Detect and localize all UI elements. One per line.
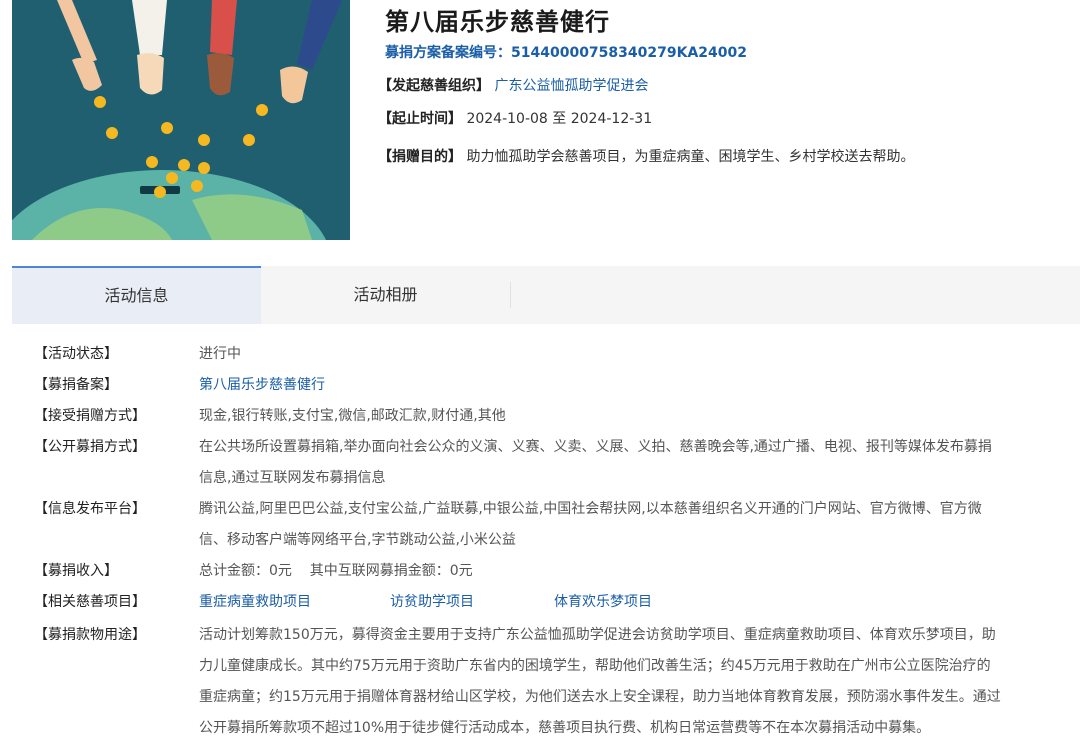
activity-details: 【活动状态】 进行中 【募捐备案】 第八届乐步慈善健行 【接受捐赠方式】 现金,… — [12, 324, 1080, 736]
usage-value: 活动计划筹款150万元，募得资金主要用于支持广东公益恤孤助学促进会访贫助学项目、… — [199, 620, 1039, 744]
purpose-label: 【捐赠目的】 — [378, 149, 462, 165]
income-value: 总计金额：0元 其中互联网募捐金额：0元 — [199, 563, 473, 579]
platforms-line: 信、移动客户端等网络平台,字节跳动公益,小米公益 — [199, 532, 516, 548]
filing-label: 【募捐备案】 — [34, 377, 118, 393]
status-label: 【活动状态】 — [34, 346, 118, 362]
campaign-title: 第八届乐步慈善健行 — [385, 8, 610, 36]
related-project-link[interactable]: 访贫助学项目 — [390, 587, 474, 618]
tab-activity-info[interactable]: 活动信息 — [12, 266, 261, 324]
platforms-label: 【信息发布平台】 — [34, 501, 146, 517]
purpose-text: 助力恤孤助学会慈善项目，为重症病童、困境学生、乡村学校送去帮助。 — [466, 149, 915, 165]
status-value: 进行中 — [199, 346, 241, 362]
tab-divider — [510, 282, 511, 308]
organizer-label: 【发起慈善组织】 — [378, 78, 490, 94]
tab-bar: 活动信息 活动相册 — [12, 266, 1080, 324]
public-methods-line: 信息,通过互联网发布募捐信息 — [199, 470, 386, 486]
related-project-link[interactable]: 重症病童救助项目 — [199, 587, 311, 618]
registration-number: 募捐方案备案编号：51440000758340279KA24002 — [385, 42, 747, 62]
related-label: 【相关慈善项目】 — [34, 594, 146, 610]
platforms-value: 腾讯公益,阿里巴巴公益,支付宝公益,广益联募,中银公益,中国社会帮扶网,以本慈善… — [199, 494, 1039, 556]
usage-label: 【募捐款物用途】 — [34, 627, 146, 643]
registration-value: 51440000758340279KA24002 — [511, 45, 747, 61]
usage-line: 公开募捐所筹款项不超过10%用于徒步健行活动成本，慈善项目执行费、机构日常运营费… — [199, 720, 931, 736]
date-separator: 至 — [552, 111, 567, 127]
start-date: 2024-10-08 — [466, 111, 548, 127]
income-label: 【募捐收入】 — [34, 563, 118, 579]
platforms-line: 腾讯公益,阿里巴巴公益,支付宝公益,广益联募,中银公益,中国社会帮扶网,以本慈善… — [199, 501, 982, 517]
public-methods-label: 【公开募捐方式】 — [34, 439, 146, 455]
time-label: 【起止时间】 — [378, 111, 462, 127]
organizer-link[interactable]: 广东公益恤孤助学促进会 — [494, 78, 648, 94]
accept-methods-label: 【接受捐赠方式】 — [34, 408, 146, 424]
accept-methods-value: 现金,银行转账,支付宝,微信,邮政汇款,财付通,其他 — [199, 408, 506, 424]
purpose-row: 【捐赠目的】 助力恤孤助学会慈善项目，为重症病童、困境学生、乡村学校送去帮助。 — [378, 146, 914, 166]
registration-label: 募捐方案备案编号： — [385, 45, 511, 61]
hands-coins-globe-illustration — [12, 0, 350, 240]
filing-link[interactable]: 第八届乐步慈善健行 — [199, 377, 325, 393]
end-date: 2024-12-31 — [570, 111, 653, 127]
public-methods-value: 在公共场所设置募捐箱,举办面向社会公众的义演、义赛、义卖、义展、义拍、慈善晚会等… — [199, 432, 1039, 494]
campaign-cover-image — [12, 0, 350, 240]
time-row: 【起止时间】 2024-10-08 至 2024-12-31 — [378, 108, 652, 128]
usage-line: 力儿童健康成长。其中约75万元用于资助广东省内的困境学生，帮助他们改善生活；约4… — [199, 658, 991, 674]
organizer-row: 【发起慈善组织】 广东公益恤孤助学促进会 — [378, 75, 648, 95]
tab-activity-album[interactable]: 活动相册 — [261, 266, 510, 324]
public-methods-line: 在公共场所设置募捐箱,举办面向社会公众的义演、义赛、义卖、义展、义拍、慈善晚会等… — [199, 439, 992, 455]
usage-line: 活动计划筹款150万元，募得资金主要用于支持广东公益恤孤助学促进会访贫助学项目、… — [199, 627, 996, 643]
related-project-link[interactable]: 体育欢乐梦项目 — [554, 587, 652, 618]
usage-line: 重症病童；约15万元用于捐赠体育器材给山区学校，为他们送去水上安全课程，助力当地… — [199, 689, 1001, 705]
